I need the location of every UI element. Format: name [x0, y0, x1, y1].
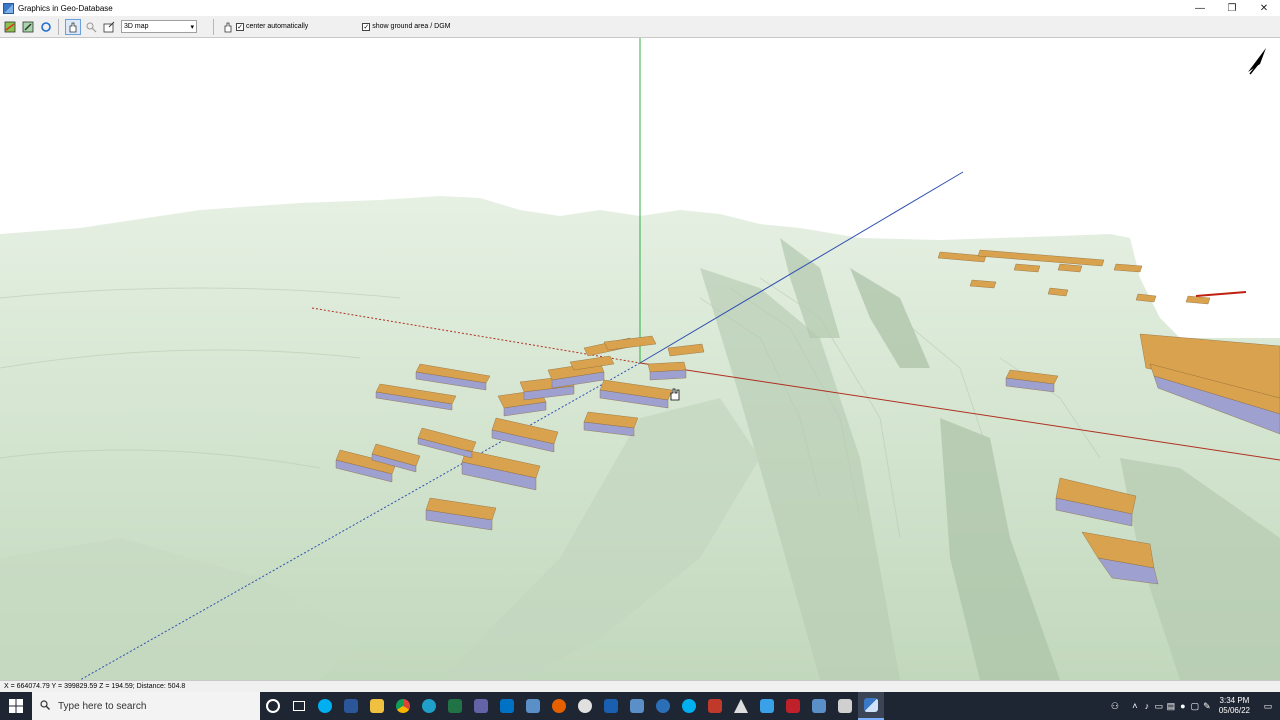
status-bar: X = 664074.79 Y = 399829.59 Z = 194.59; …: [0, 680, 1280, 692]
view-mode-select[interactable]: 3D map ▾: [121, 20, 197, 33]
word-icon[interactable]: [338, 692, 364, 720]
app-icon[interactable]: [728, 692, 754, 720]
system-tray: ⚇ ˄ ♪ ▭ ▤ ● ▢ ✎ 3:34 PM 05/06/22 ▭: [1109, 692, 1280, 720]
title-bar: Graphics in Geo-Database — ❐ ✕: [0, 0, 1280, 16]
excel-icon[interactable]: [442, 692, 468, 720]
app-icon[interactable]: [650, 692, 676, 720]
search-icon: [40, 699, 50, 713]
display-icon[interactable]: ▢: [1189, 692, 1201, 720]
cortana-icon[interactable]: [260, 692, 286, 720]
layers-icon[interactable]: [2, 19, 18, 35]
windows-icon: [9, 699, 23, 713]
app-icon[interactable]: [702, 692, 728, 720]
chevron-up-icon[interactable]: ˄: [1129, 692, 1141, 720]
people-icon[interactable]: ⚇: [1109, 692, 1121, 720]
app-icon[interactable]: [832, 692, 858, 720]
geo-database-icon[interactable]: [858, 692, 884, 720]
powershell-icon[interactable]: [598, 692, 624, 720]
pan-hand-icon[interactable]: [65, 18, 81, 35]
volume-icon[interactable]: ♪: [1141, 692, 1153, 720]
toolbar-separator: [213, 18, 214, 35]
pen-icon[interactable]: ✎: [1201, 692, 1213, 720]
app-icon[interactable]: [572, 692, 598, 720]
notification-icon[interactable]: ▭: [1256, 692, 1280, 720]
center-automatically-option[interactable]: ✓ center automatically: [236, 22, 309, 31]
taskbar-search-box[interactable]: Type here to search: [32, 692, 260, 720]
search-placeholder: Type here to search: [58, 700, 147, 712]
center-automatically-checkbox[interactable]: ✓: [236, 22, 244, 31]
toolbar-separator: [58, 18, 59, 35]
chrome-icon[interactable]: [390, 692, 416, 720]
edit-layers-icon[interactable]: [20, 19, 36, 35]
view-mode-value: 3D map: [124, 23, 149, 30]
window-title: Graphics in Geo-Database: [18, 3, 113, 13]
clock-time: 3:34 PM: [1219, 696, 1250, 705]
file-explorer-icon[interactable]: [364, 692, 390, 720]
task-view-icon[interactable]: [286, 692, 312, 720]
north-arrow-icon: [1248, 48, 1266, 75]
battery-icon[interactable]: ▭: [1153, 692, 1165, 720]
show-ground-area-label: show ground area / DGM: [372, 23, 451, 30]
app-icon[interactable]: [780, 692, 806, 720]
show-ground-area-checkbox[interactable]: ✓: [362, 22, 371, 31]
microphone-icon[interactable]: ●: [1177, 692, 1189, 720]
zoom-icon[interactable]: [83, 19, 99, 35]
minimize-button[interactable]: —: [1184, 0, 1216, 16]
app-icon: [3, 2, 14, 14]
3d-map-viewport[interactable]: [0, 38, 1280, 680]
firefox-icon[interactable]: [546, 692, 572, 720]
clock-date: 05/06/22: [1218, 706, 1250, 715]
coordinates-readout: X = 664074.79 Y = 399829.59 Z = 194.59; …: [4, 683, 186, 690]
skype-icon[interactable]: [676, 692, 702, 720]
teams-icon[interactable]: [468, 692, 494, 720]
outlook-icon[interactable]: [494, 692, 520, 720]
edge-icon[interactable]: [416, 692, 442, 720]
app-icon[interactable]: [754, 692, 780, 720]
chevron-down-icon: ▾: [190, 23, 194, 31]
network-icon[interactable]: ▤: [1165, 692, 1177, 720]
sharepoint-icon[interactable]: [624, 692, 650, 720]
system-clock[interactable]: 3:34 PM 05/06/22: [1219, 696, 1250, 716]
sharepoint-icon[interactable]: [806, 692, 832, 720]
windows-taskbar: Type here to search ⚇ ˄ ♪ ▭ ▤ ● ▢ ✎ 3:34…: [0, 692, 1280, 720]
restore-button[interactable]: ❐: [1216, 0, 1248, 16]
terrain-scene: [0, 38, 1280, 680]
show-ground-area-option[interactable]: ✓ show ground area / DGM: [362, 22, 451, 31]
globe-icon[interactable]: [38, 19, 54, 35]
start-button[interactable]: [0, 692, 32, 720]
export-icon[interactable]: [101, 19, 117, 35]
sharepoint-icon[interactable]: [520, 692, 546, 720]
close-button[interactable]: ✕: [1248, 0, 1280, 16]
hand-cursor-icon[interactable]: [220, 19, 236, 35]
skype-icon[interactable]: [312, 692, 338, 720]
center-automatically-label: center automatically: [246, 23, 309, 30]
toolbar: 3D map ▾ ✓ center automatically ✓ show g…: [0, 16, 1280, 38]
